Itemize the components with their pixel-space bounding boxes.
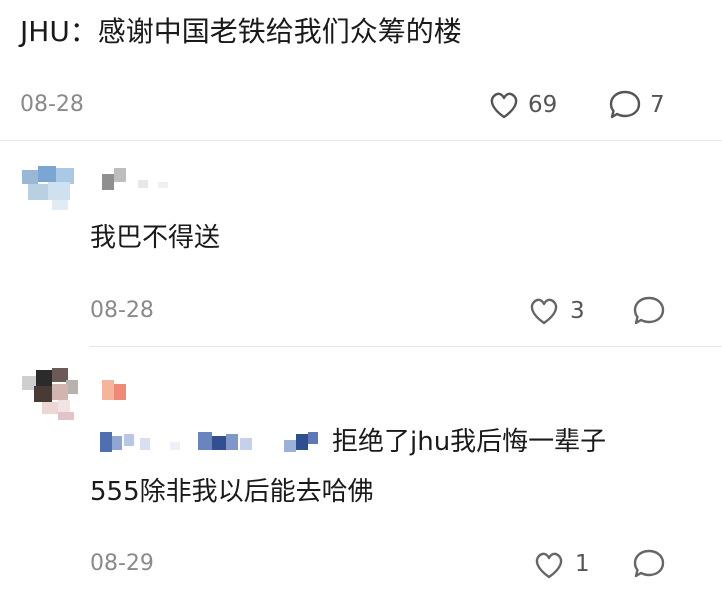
username[interactable] [102, 380, 128, 402]
avatar[interactable] [22, 366, 80, 422]
speech-bubble-icon[interactable] [608, 89, 642, 121]
reply-to-username[interactable] [100, 430, 322, 454]
heart-outline-icon[interactable] [528, 296, 560, 326]
comment-text: 我巴不得送 [90, 223, 221, 253]
avatar[interactable] [22, 162, 80, 212]
post-comment-count: 7 [650, 92, 665, 118]
comment-date: 08-29 [90, 551, 154, 576]
comment-date: 08-28 [90, 298, 154, 323]
divider [90, 346, 722, 347]
username[interactable] [102, 168, 172, 192]
comment-like-count: 1 [575, 551, 590, 577]
heart-outline-icon[interactable] [488, 90, 520, 120]
speech-bubble-icon[interactable] [632, 548, 666, 580]
heart-outline-icon[interactable] [533, 550, 565, 580]
comment-text: 555除非我以后能去哈佛 [90, 477, 374, 507]
comment-like-count: 3 [570, 298, 585, 324]
post-date: 08-28 [20, 92, 84, 117]
post-like-count: 69 [528, 92, 558, 118]
divider [0, 140, 722, 141]
post-text: JHU：感谢中国老铁给我们众筹的楼 [20, 15, 462, 48]
speech-bubble-icon[interactable] [632, 295, 666, 327]
comment-text: 拒绝了jhu我后悔一辈子 [332, 427, 607, 457]
